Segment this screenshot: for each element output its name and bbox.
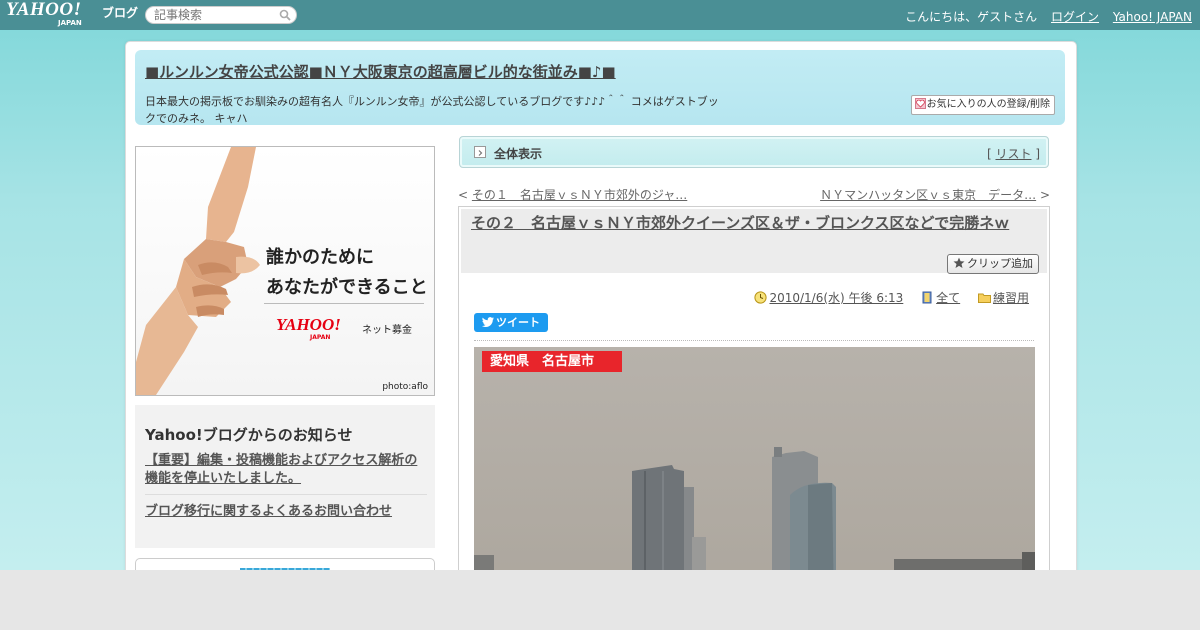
skyline-image [474, 347, 1035, 570]
banner-divider [264, 303, 424, 304]
page-background: YAHOO! JAPAN ブログ こんにちは、ゲストさん ログイン Yahoo!… [0, 0, 1200, 570]
heart-icon [914, 98, 926, 109]
photo-location-label: 愛知県 名古屋市 [482, 351, 622, 372]
search-box[interactable] [145, 6, 297, 24]
login-link[interactable]: ログイン [1051, 10, 1099, 24]
article: その２ 名古屋ｖｓＮＹ市郊外クイーンズ区＆ザ・ブロンクス区などで完勝ネｗ クリッ… [458, 206, 1050, 570]
category-link[interactable]: 練習用 [993, 291, 1029, 305]
view-all-bar: 全体表示 [ リスト ] [459, 136, 1049, 168]
user-nav: こんにちは、ゲストさん ログイン Yahoo! JAPAN [905, 8, 1192, 25]
next-arrow: > [1036, 188, 1050, 202]
yahoo-japan-link[interactable]: Yahoo! JAPAN [1113, 10, 1192, 24]
visibility-link[interactable]: 全て [936, 291, 960, 305]
notice-link-faq[interactable]: ブログ移行に関するよくあるお問い合わせ [145, 500, 392, 519]
clock-icon [754, 291, 768, 304]
logo-blog-text: ブログ [102, 6, 139, 20]
handshake-illustration [136, 147, 260, 395]
arrow-right-icon[interactable] [474, 146, 486, 158]
greeting-text: こんにちは、ゲストさん [905, 10, 1038, 24]
dotted-divider [474, 340, 1034, 341]
search-input[interactable] [154, 8, 274, 22]
prev-article-nav: < その１ 名古屋ｖｓＮＹ市郊外のジャ… [458, 186, 698, 203]
tweet-label: ツイート [496, 316, 540, 329]
article-meta: 2010/1/6(水) 午後 6:13 全て 練習用 [754, 289, 1029, 306]
banner-headline-1: 誰かのために [266, 247, 374, 268]
notice-title: Yahoo!ブログからのお知らせ [145, 426, 353, 444]
star-icon [953, 257, 965, 268]
logo-text: YAHOO! [6, 0, 82, 20]
banner-headline-2: あなたができること [266, 277, 428, 298]
next-article-nav: ＮＹマンハッタン区ｖｓ東京 データ… > [820, 186, 1050, 203]
article-title-link[interactable]: その２ 名古屋ｖｓＮＹ市郊外クイーンズ区＆ザ・ブロンクス区などで完勝ネｗ [471, 214, 1037, 233]
favorite-register-button[interactable]: お気に入りの人の登録/削除 [910, 95, 1055, 115]
notice-panel: Yahoo!ブログからのお知らせ 【重要】編集・投稿機能およびアクセス解析の機能… [135, 405, 435, 548]
blog-description: 日本最大の掲示板でお馴染みの超有名人『ルンルン女帝』が公式公認しているブログです… [145, 95, 719, 125]
blog-header: ■ルンルン女帝公式公認■ＮＹ大阪東京の超高層ビル的な街並み■♪■ 日本最大の掲示… [135, 50, 1065, 125]
view-all-label[interactable]: 全体表示 [494, 145, 542, 162]
next-article-link[interactable]: ＮＹマンハッタン区ｖｓ東京 データ… [820, 188, 1036, 202]
prev-article-link[interactable]: その１ 名古屋ｖｓＮＹ市郊外のジャ… [472, 188, 687, 202]
notice-link-important[interactable]: 【重要】編集・投稿機能およびアクセス解析の機能を停止いたしました。 [145, 452, 427, 495]
tweet-button[interactable]: ツイート [474, 313, 548, 332]
page-footer-area [0, 570, 1200, 630]
list-view-toggle: [ リスト ] [987, 145, 1040, 162]
sidebar-box [135, 558, 435, 570]
search-icon[interactable] [279, 9, 291, 21]
list-bracket-close: ] [1031, 147, 1040, 161]
blog-title-link[interactable]: ■ルンルン女帝公式公認■ＮＹ大阪東京の超高層ビル的な街並み■♪■ [145, 61, 616, 82]
article-photo[interactable]: 愛知県 名古屋市 [474, 347, 1035, 570]
folder-icon [977, 293, 991, 303]
banner-net-donation: ネット募金 [362, 325, 412, 336]
article-header: その２ 名古屋ｖｓＮＹ市郊外クイーンズ区＆ザ・ブロンクス区などで完勝ネｗ クリッ… [461, 209, 1047, 274]
clip-add-button[interactable]: クリップ追加 [947, 254, 1039, 274]
yahoo-blog-logo[interactable]: YAHOO! JAPAN ブログ [6, 0, 138, 27]
banner-yahoo-logo: YAHOO! [276, 315, 341, 334]
article-date-link[interactable]: 2010/1/6(水) 午後 6:13 [769, 291, 903, 305]
list-view-link[interactable]: リスト [995, 147, 1031, 161]
donation-banner[interactable]: 誰かのために あなたができること YAHOO! JAPAN ネット募金 phot… [135, 146, 435, 396]
clip-add-label: クリップ追加 [967, 257, 1033, 270]
book-icon [922, 291, 932, 304]
favorite-register-label: お気に入りの人の登録/削除 [926, 99, 1050, 110]
main-container: ■ルンルン女帝公式公認■ＮＹ大阪東京の超高層ビル的な街並み■♪■ 日本最大の掲示… [125, 41, 1077, 570]
twitter-bird-icon [482, 317, 494, 327]
banner-photo-credit: photo:aflo [382, 382, 428, 392]
logo-sub-text: JAPAN [58, 19, 82, 27]
top-bar: YAHOO! JAPAN ブログ こんにちは、ゲストさん ログイン Yahoo!… [0, 0, 1200, 30]
banner-yahoo-logo-sub: JAPAN [310, 334, 331, 341]
prev-arrow: < [458, 188, 472, 202]
